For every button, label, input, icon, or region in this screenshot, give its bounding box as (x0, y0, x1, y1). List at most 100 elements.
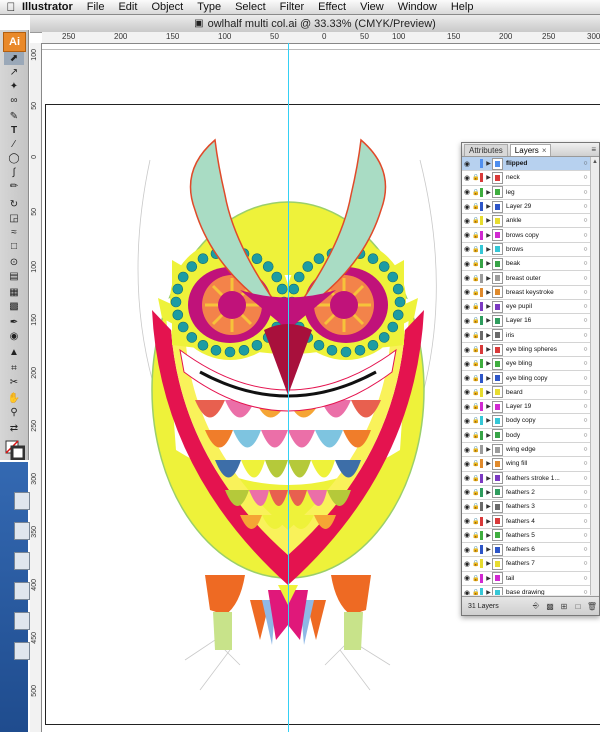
layer-name[interactable]: eye bling (506, 360, 581, 367)
layer-row[interactable]: ◉ 🔒 ▶ body copy ○ (462, 414, 590, 429)
lock-toggle-icon[interactable]: 🔒 (472, 546, 480, 553)
layer-target-icon[interactable]: ○ (581, 532, 590, 539)
expand-triangle-icon[interactable]: ▶ (485, 589, 492, 595)
expand-triangle-icon[interactable]: ▶ (485, 575, 492, 582)
layer-target-icon[interactable]: ○ (581, 432, 590, 439)
layer-row[interactable]: ◉ 🔒 ▶ eye pupil ○ (462, 300, 590, 315)
layer-name[interactable]: beard (506, 389, 581, 396)
expand-triangle-icon[interactable]: ▶ (485, 403, 492, 410)
expand-triangle-icon[interactable]: ▶ (485, 203, 492, 210)
layer-name[interactable]: eye bling copy (506, 375, 581, 382)
layer-name[interactable]: feathers 3 (506, 503, 581, 510)
expand-triangle-icon[interactable]: ▶ (485, 503, 492, 510)
visibility-eye-icon[interactable]: ◉ (462, 589, 472, 595)
layer-row[interactable]: ◉ 🔒 ▶ Layer 19 ○ (462, 400, 590, 415)
lock-toggle-icon[interactable]: 🔒 (472, 460, 480, 467)
visibility-eye-icon[interactable]: ◉ (462, 303, 472, 311)
layer-row[interactable]: ◉ 🔒 ▶ breast keystroke ○ (462, 286, 590, 300)
expand-triangle-icon[interactable]: ▶ (485, 560, 492, 567)
lock-toggle-icon[interactable]: 🔒 (472, 518, 480, 525)
layer-row[interactable]: ◉ 🔒 ▶ beard ○ (462, 386, 590, 401)
lock-toggle-icon[interactable]: 🔒 (472, 503, 480, 510)
layer-row[interactable]: ◉ 🔒 ▶ feathers 6 ○ (462, 543, 590, 558)
lock-toggle-icon[interactable]: 🔒 (472, 246, 480, 253)
leg-right[interactable] (331, 575, 371, 615)
tab-layers[interactable]: Layers × (509, 144, 552, 156)
close-tab-icon[interactable]: × (542, 146, 547, 155)
layer-name[interactable]: brows copy (506, 232, 581, 239)
layer-target-icon[interactable]: ○ (581, 260, 590, 267)
lock-toggle-icon[interactable]: 🔒 (472, 203, 480, 210)
lock-toggle-icon[interactable]: 🔒 (472, 560, 480, 567)
scroll-up-icon[interactable]: ▲ (592, 159, 598, 165)
expand-triangle-icon[interactable]: ▶ (485, 532, 492, 539)
layer-name[interactable]: beak (506, 260, 581, 267)
layer-target-icon[interactable]: ○ (581, 375, 590, 382)
layer-target-icon[interactable]: ○ (581, 575, 590, 582)
visibility-eye-icon[interactable]: ◉ (462, 188, 472, 196)
expand-triangle-icon[interactable]: ▶ (485, 303, 492, 310)
expand-triangle-icon[interactable]: ▶ (485, 246, 492, 253)
expand-triangle-icon[interactable]: ▶ (485, 289, 492, 296)
lock-toggle-icon[interactable]: 🔒 (472, 475, 480, 482)
expand-triangle-icon[interactable]: ▶ (485, 275, 492, 282)
layer-row[interactable]: ◉ 🔒 ▶ feathers 7 ○ (462, 557, 590, 572)
layer-target-icon[interactable]: ○ (581, 317, 590, 324)
layer-target-icon[interactable]: ○ (581, 546, 590, 553)
layer-target-icon[interactable]: ○ (581, 489, 590, 496)
locate-object-icon[interactable]: ⎆ (529, 601, 543, 611)
layer-row[interactable]: ◉ 🔒 ▶ wing fill ○ (462, 457, 590, 472)
lock-toggle-icon[interactable]: 🔒 (472, 317, 480, 324)
visibility-eye-icon[interactable]: ◉ (462, 517, 472, 525)
layer-name[interactable]: feathers 4 (506, 518, 581, 525)
layer-target-icon[interactable]: ○ (581, 303, 590, 310)
visibility-eye-icon[interactable]: ◉ (462, 560, 472, 568)
layer-row[interactable]: ◉ 🔒 ▶ eye bling spheres ○ (462, 343, 590, 358)
lock-toggle-icon[interactable]: 🔒 (472, 589, 480, 595)
layers-scrollbar[interactable]: ▲ (590, 157, 599, 595)
layer-row[interactable]: ◉ 🔒 ▶ feathers 5 ○ (462, 529, 590, 544)
visibility-eye-icon[interactable]: ◉ (462, 488, 472, 496)
create-sublayer-icon[interactable]: ⊞ (557, 602, 571, 611)
visibility-eye-icon[interactable]: ◉ (462, 203, 472, 211)
lock-toggle-icon[interactable]: 🔒 (472, 289, 480, 296)
visibility-eye-icon[interactable]: ◉ (462, 417, 472, 425)
lock-toggle-icon[interactable]: 🔒 (472, 575, 480, 582)
visibility-eye-icon[interactable]: ◉ (462, 503, 472, 511)
lock-toggle-icon[interactable]: 🔒 (472, 303, 480, 310)
lock-toggle-icon[interactable]: 🔒 (472, 375, 480, 382)
layer-row[interactable]: ◉ 🔒 ▶ neck ○ (462, 171, 590, 186)
layer-target-icon[interactable]: ○ (581, 160, 590, 167)
lock-toggle-icon[interactable]: 🔒 (472, 174, 480, 181)
visibility-eye-icon[interactable]: ◉ (462, 431, 472, 439)
layer-row[interactable]: ◉ 🔒 ▶ base drawing ○ (462, 586, 590, 595)
layer-row[interactable]: ◉ 🔒 ▶ brows copy ○ (462, 228, 590, 243)
layer-name[interactable]: flipped (506, 160, 581, 167)
layer-row[interactable]: ◉ 🔒 ▶ ankle ○ (462, 214, 590, 229)
make-clipping-mask-icon[interactable]: ▩ (543, 602, 557, 611)
layer-target-icon[interactable]: ○ (581, 446, 590, 453)
visibility-eye-icon[interactable]: ◉ (462, 374, 472, 382)
expand-triangle-icon[interactable]: ▶ (485, 260, 492, 267)
visibility-eye-icon[interactable]: ◉ (462, 460, 472, 468)
expand-triangle-icon[interactable]: ▶ (485, 460, 492, 467)
lock-toggle-icon[interactable]: 🔒 (472, 217, 480, 224)
layer-target-icon[interactable]: ○ (581, 503, 590, 510)
layer-target-icon[interactable]: ○ (581, 389, 590, 396)
visibility-eye-icon[interactable]: ◉ (462, 217, 472, 225)
layer-name[interactable]: tail (506, 575, 581, 582)
layer-target-icon[interactable]: ○ (581, 475, 590, 482)
layer-row[interactable]: ◉ 🔒 ▶ wing edge ○ (462, 443, 590, 458)
layer-target-icon[interactable]: ○ (581, 560, 590, 567)
layer-target-icon[interactable]: ○ (581, 460, 590, 467)
layer-name[interactable]: eye bling spheres (506, 346, 581, 353)
layer-row[interactable]: ◉ 🔒 ▶ feathers 4 ○ (462, 514, 590, 529)
layer-target-icon[interactable]: ○ (581, 289, 590, 296)
layer-target-icon[interactable]: ○ (581, 189, 590, 196)
layer-name[interactable]: breast outer (506, 275, 581, 282)
layer-row[interactable]: ◉ 🔒 ▶ iris ○ (462, 329, 590, 343)
layer-target-icon[interactable]: ○ (581, 346, 590, 353)
layer-name[interactable]: breast keystroke (506, 289, 581, 296)
visibility-eye-icon[interactable]: ◉ (462, 174, 472, 182)
visibility-eye-icon[interactable]: ◉ (462, 160, 472, 168)
